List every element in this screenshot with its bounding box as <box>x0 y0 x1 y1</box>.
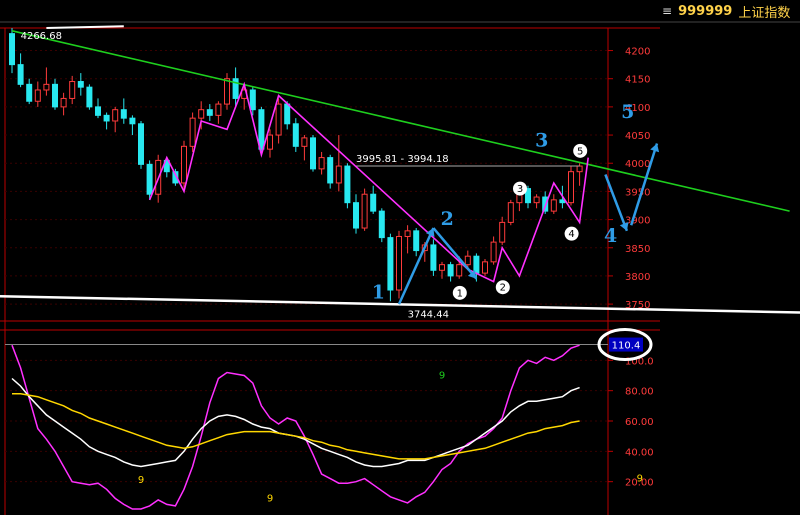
candle-body <box>490 241 497 263</box>
candle-body <box>9 33 15 66</box>
wave-point-label: 1 <box>457 288 463 299</box>
candle-body <box>43 83 50 91</box>
candle-body <box>267 134 273 150</box>
candle-body <box>120 109 127 119</box>
candle-body <box>69 81 76 99</box>
candle-body <box>550 199 557 212</box>
candle-body <box>129 117 136 125</box>
y-tick-label: 60.00 <box>625 417 654 428</box>
y-tick-label: 4050 <box>625 131 650 142</box>
candle-body <box>249 89 256 111</box>
candle-body <box>482 261 488 274</box>
candle-body <box>344 165 351 204</box>
menu-icon[interactable]: ≡ <box>662 4 672 18</box>
wave-point-label: 5 <box>577 146 583 157</box>
indicator-annotation: 9 <box>439 371 445 382</box>
candle-body <box>34 89 41 102</box>
candle-body <box>464 255 471 266</box>
y-tick-label: 3800 <box>625 272 650 283</box>
candlesticks <box>9 28 583 302</box>
candle-body <box>17 64 24 85</box>
wave-label: 1 <box>372 281 385 303</box>
y-tick-label: 4150 <box>625 75 650 86</box>
candle-body <box>86 86 93 108</box>
y-tick-label: 4200 <box>625 47 650 58</box>
candle-body <box>559 199 566 204</box>
y-tick-label: 3900 <box>625 216 650 227</box>
wave-arrow <box>432 227 478 280</box>
candle-body <box>275 103 282 136</box>
candle-body <box>456 264 463 277</box>
stock-name: 上证指数 <box>738 5 791 21</box>
candle-body <box>396 235 402 291</box>
candle-body <box>103 114 110 122</box>
candle-body <box>439 264 445 271</box>
candle-body <box>318 157 325 170</box>
candle-body <box>60 97 67 108</box>
y-tick-label: 40.00 <box>625 447 654 458</box>
candle-body <box>224 78 230 105</box>
stock-chart: 4200415041004050400039503900385038003750… <box>0 21 800 515</box>
header: ≡ 999999 上证指数 <box>662 0 790 22</box>
candle-body <box>430 244 437 271</box>
candle-body <box>77 81 84 88</box>
low-label: 3744.44 <box>408 309 449 320</box>
wave-label: 5 <box>621 101 634 123</box>
wave-label: 4 <box>604 225 617 247</box>
candle-body <box>576 165 583 173</box>
high-label: 4266.68 <box>21 31 62 42</box>
candle-body <box>568 171 574 204</box>
range-label: 3995.81 - 3994.18 <box>356 154 449 165</box>
candle-body <box>353 202 359 229</box>
candle-body <box>181 145 187 184</box>
wave-label: 2 <box>441 208 454 230</box>
wave-label: 3 <box>535 129 548 151</box>
value-badge-text: 110.4 <box>612 341 641 352</box>
wave-point-label: 2 <box>500 283 506 294</box>
wave-point-label: 4 <box>568 229 574 240</box>
candle-body <box>361 193 368 229</box>
wave-arrow <box>630 143 659 226</box>
indicator-annotation: 9 <box>637 474 643 485</box>
candle-body <box>310 137 316 170</box>
stock-code: 999999 <box>678 3 733 19</box>
candle-body <box>301 137 308 147</box>
candle-body <box>215 103 222 116</box>
candle-body <box>189 117 196 147</box>
candle-body <box>499 221 506 243</box>
candle-body <box>292 123 299 147</box>
y-tick-label: 3850 <box>625 244 650 255</box>
candle-body <box>138 123 144 165</box>
candle-body <box>413 230 420 252</box>
y-tick-label: 80.00 <box>625 387 654 398</box>
candle-body <box>146 163 153 195</box>
candle-body <box>26 83 33 102</box>
candle-body <box>335 165 342 184</box>
candle-body <box>206 109 213 116</box>
y-tick-label: 3950 <box>625 187 650 198</box>
candle-body <box>387 237 394 291</box>
candle-body <box>95 106 101 116</box>
candle-body <box>533 196 540 204</box>
candle-body <box>327 157 334 184</box>
indicator-annotation: 9 <box>267 493 273 504</box>
annotations: 1 2 3 4 5 1 2 3 4 5 <box>372 101 635 303</box>
indicator-annotation: 9 <box>138 475 144 486</box>
candle-body <box>52 83 58 108</box>
candle-body <box>404 230 411 237</box>
candle-body <box>507 202 514 223</box>
wave-point-label: 3 <box>517 184 523 195</box>
y-tick-label: 4000 <box>625 159 650 170</box>
candle-body <box>447 264 454 277</box>
candle-body <box>284 103 291 125</box>
wave-arrow <box>604 174 629 232</box>
candle-body <box>198 109 205 119</box>
candle-body <box>258 109 265 150</box>
candle-body <box>370 193 377 212</box>
candle-body <box>112 109 119 122</box>
candle-body <box>378 210 385 239</box>
trendline <box>11 30 790 212</box>
